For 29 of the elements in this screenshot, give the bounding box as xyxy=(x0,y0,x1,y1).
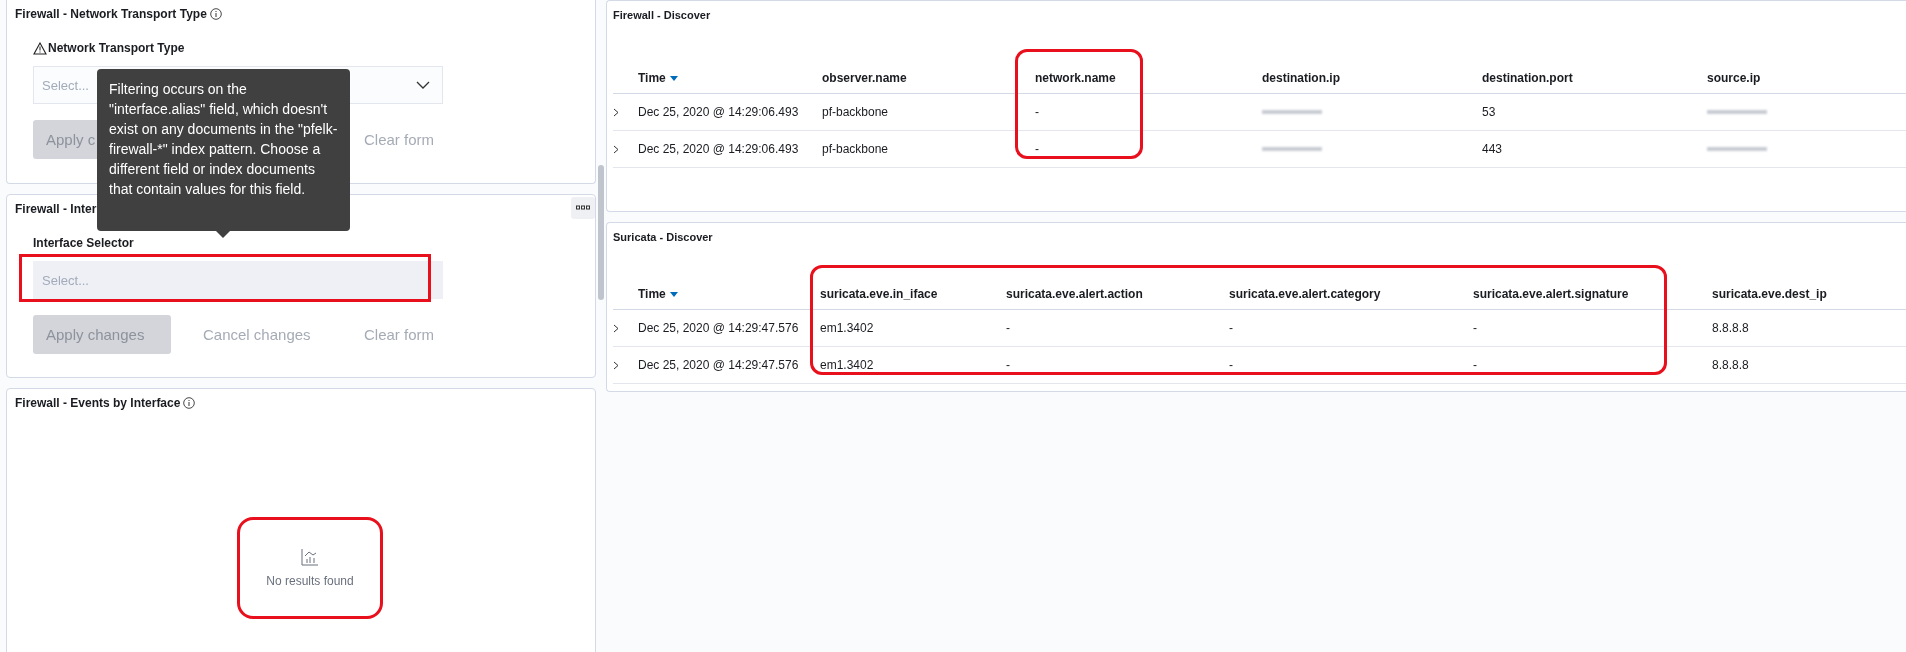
table-cell: Dec 25, 2020 @ 14:29:47.576 xyxy=(638,321,799,335)
tooltip: Filtering occurs on the "interface.alias" field, which doesn't exist on any documents in the "pfelk-firewall-*" index pattern. Choose a different field or index documents that contain values for this field. xyxy=(97,69,350,231)
table-cell: em1.3402 xyxy=(820,358,874,372)
panel-title: Firewall - Discover xyxy=(613,9,712,21)
table-cell: - xyxy=(1229,321,1233,335)
table-cell: - xyxy=(1035,105,1039,119)
table-cell: 53 xyxy=(1482,105,1496,119)
table-cell: - xyxy=(1006,321,1010,335)
table-cell: em1.3402 xyxy=(820,321,874,335)
field-label: Network Transport Type xyxy=(48,41,185,55)
table-cell: pf-backbone xyxy=(822,105,889,119)
table-cell: 8.8.8.8 xyxy=(1712,358,1749,372)
panel-title: Firewall - Network Transport Type xyxy=(15,7,207,21)
table-cell: 8.8.8.8 xyxy=(1712,321,1749,335)
table-cell: - xyxy=(1473,358,1477,372)
table-cell: Dec 25, 2020 @ 14:29:47.576 xyxy=(638,358,799,372)
table-cell: pf-backbone xyxy=(822,142,889,156)
table-cell: - xyxy=(1229,358,1233,372)
table-cell: Dec 25, 2020 @ 14:29:06.493 xyxy=(638,105,799,119)
table-cell: 443 xyxy=(1482,142,1503,156)
panel-title: Firewall - Events by Interface xyxy=(15,396,181,410)
field-label: Interface Selector xyxy=(33,236,134,250)
table-cell: - xyxy=(1473,321,1477,335)
panel-title: Suricata - Discover xyxy=(613,231,714,243)
panel-title: Firewall - Inter xyxy=(15,202,97,216)
table-cell: - xyxy=(1006,358,1010,372)
table-cell: Dec 25, 2020 @ 14:29:06.493 xyxy=(638,142,799,156)
empty-message: No results found xyxy=(266,574,354,588)
table-cell: - xyxy=(1035,142,1039,156)
